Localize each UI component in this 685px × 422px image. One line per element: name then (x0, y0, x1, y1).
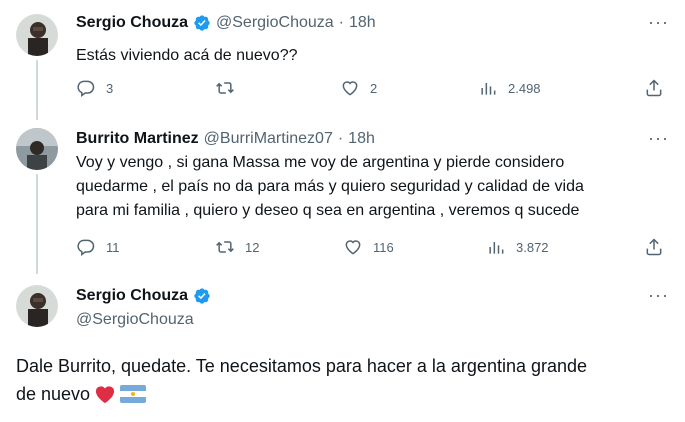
like-icon (345, 240, 361, 255)
main-tweet-author: Sergio Chouza (76, 287, 211, 305)
reply-icon (77, 80, 95, 97)
views-icon (489, 242, 504, 254)
tweet-2-header: Burrito Martinez @BurriMartinez07 · 18h (76, 130, 375, 148)
views-icon (481, 83, 496, 95)
retweet-button[interactable] (215, 78, 245, 98)
views-count: 2.498 (508, 80, 541, 96)
author-handle[interactable]: @SergioChouza (216, 14, 334, 32)
views-button[interactable]: 2.498 (478, 78, 541, 98)
share-button[interactable] (644, 237, 664, 257)
thread-line (36, 174, 38, 274)
avatar-sergio[interactable] (16, 285, 58, 327)
argentina-flag-emoji (120, 385, 147, 403)
main-tweet-line-text: de nuevo (16, 384, 91, 404)
retweet-button[interactable]: 12 (215, 237, 259, 257)
avatar-burrito[interactable] (16, 128, 58, 170)
author-name[interactable]: Burrito Martinez (76, 130, 199, 148)
author-handle[interactable]: @BurriMartinez07 (204, 130, 333, 148)
main-tweet-text: Dale Burrito, quedate. Te necesitamos pa… (16, 352, 676, 408)
views-count: 3.872 (516, 239, 549, 255)
timestamp[interactable]: 18h (349, 14, 376, 32)
thread-line (36, 60, 38, 120)
verified-badge-icon (194, 288, 210, 304)
timestamp[interactable]: 18h (348, 130, 375, 148)
like-count: 2 (370, 80, 378, 96)
tweet-text-line: Voy y vengo , si gana Massa me voy de ar… (76, 154, 565, 171)
tweet-1-header: Sergio Chouza @SergioChouza · 18h (76, 14, 376, 32)
retweet-icon (216, 241, 234, 253)
more-icon[interactable]: ··· (648, 285, 669, 306)
share-icon (646, 79, 662, 97)
author-handle[interactable]: @SergioChouza (76, 311, 194, 329)
reply-count: 3 (106, 80, 114, 96)
tweet-text: Voy y vengo , si gana Massa me voy de ar… (76, 151, 676, 223)
retweet-count: 12 (245, 239, 260, 255)
avatar-sergio[interactable] (16, 14, 58, 56)
like-icon (342, 81, 358, 96)
reply-icon (77, 239, 95, 256)
share-button[interactable] (644, 78, 664, 98)
reply-count: 11 (106, 239, 120, 255)
like-button[interactable]: 2 (340, 78, 377, 98)
separator: · (337, 130, 344, 147)
author-name[interactable]: Sergio Chouza (76, 287, 188, 305)
verified-badge-icon (194, 15, 210, 31)
more-icon[interactable]: ··· (648, 128, 669, 149)
reply-button[interactable]: 11 (76, 237, 120, 257)
more-icon[interactable]: ··· (648, 12, 669, 33)
tweet-text: Estás viviendo acá de nuevo?? (76, 47, 298, 64)
red-heart-emoji (95, 386, 115, 404)
author-name[interactable]: Sergio Chouza (76, 14, 188, 32)
main-tweet-line-2: de nuevo (16, 380, 676, 408)
separator: · (338, 14, 344, 31)
main-tweet-line: Dale Burrito, quedate. Te necesitamos pa… (16, 356, 588, 376)
reply-button[interactable]: 3 (76, 78, 113, 98)
like-button[interactable]: 116 (343, 237, 394, 257)
tweet-text-line: quedarme , el país no da para más y quie… (76, 178, 584, 195)
tweet-text-line: para mi familia , quiero y deseo q sea e… (76, 202, 580, 219)
share-icon (646, 238, 662, 256)
like-count: 116 (373, 239, 394, 255)
retweet-icon (216, 82, 234, 94)
views-button[interactable]: 3.872 (486, 237, 549, 257)
